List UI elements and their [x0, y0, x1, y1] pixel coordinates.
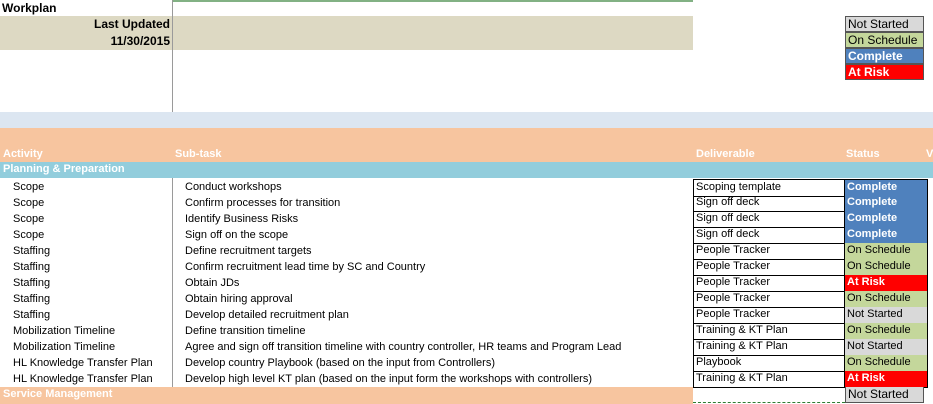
header-deliverable[interactable]: Deliverable — [696, 148, 755, 160]
subtask-cell[interactable]: Agree and sign off transition timeline w… — [185, 339, 693, 355]
status-cell[interactable]: Complete — [844, 211, 928, 228]
table-row[interactable]: Mobilization Timeline Define transition t… — [0, 323, 933, 340]
activity-cell[interactable]: Staffing — [13, 259, 173, 275]
activity-cell[interactable]: Staffing — [13, 291, 173, 307]
activity-cell[interactable]: HL Knowledge Transfer Plan — [13, 355, 173, 371]
table-row[interactable]: Scope Conduct workshops Scoping template Co… — [0, 179, 933, 197]
table-row[interactable]: HL Knowledge Transfer Plan Develop high l… — [0, 371, 933, 388]
table-row[interactable]: Staffing Develop detailed recruitment pla… — [0, 307, 933, 324]
deliverable-cell[interactable]: Sign off deck — [693, 211, 848, 228]
deliverable-cell[interactable]: People Tracker — [693, 275, 848, 292]
section-service[interactable]: Service Management — [3, 388, 112, 400]
header-status[interactable]: Status — [846, 148, 880, 160]
subtask-cell[interactable]: Define transition timeline — [185, 323, 693, 339]
subtask-cell[interactable]: Develop detailed recruitment plan — [185, 307, 693, 323]
subtask-cell[interactable]: Obtain hiring approval — [185, 291, 693, 307]
sheet-title: Workplan — [2, 1, 57, 15]
status-cell[interactable]: On Schedule — [844, 323, 928, 340]
activity-cell[interactable]: Scope — [13, 227, 173, 243]
header-activity[interactable]: Activity — [3, 148, 43, 160]
table-row[interactable]: Scope Confirm processes for transition Sig… — [0, 195, 933, 212]
section-planning[interactable]: Planning & Preparation — [3, 163, 125, 175]
activity-cell[interactable]: HL Knowledge Transfer Plan — [13, 371, 173, 387]
deliverable-cell[interactable]: Training & KT Plan — [693, 371, 848, 388]
deliverable-cell[interactable]: Training & KT Plan — [693, 339, 848, 356]
deliverable-cell[interactable]: People Tracker — [693, 307, 848, 324]
legend-not-started: Not Started — [845, 16, 924, 32]
deliverable-cell[interactable]: Playbook — [693, 355, 848, 372]
subtask-cell[interactable]: Identify Business Risks — [185, 211, 693, 227]
subtask-cell[interactable]: Develop high level KT plan (based on the… — [185, 371, 693, 387]
section-planning-band — [0, 162, 933, 178]
table-row[interactable]: HL Knowledge Transfer Plan Develop countr… — [0, 355, 933, 372]
deliverable-cell[interactable]: Training & KT Plan — [693, 323, 848, 340]
header-overflow[interactable]: V — [926, 148, 933, 160]
deliverable-cell[interactable]: People Tracker — [693, 259, 848, 276]
table-row[interactable]: Staffing Confirm recruitment lead time by… — [0, 259, 933, 276]
status-cell[interactable]: On Schedule — [844, 355, 928, 372]
status-cell[interactable]: On Schedule — [844, 243, 928, 260]
selection-border — [693, 402, 845, 403]
service-status[interactable]: Not Started — [845, 387, 924, 403]
status-cell[interactable]: On Schedule — [844, 291, 928, 308]
last-updated-date[interactable]: 11/30/2015 — [0, 34, 170, 48]
subtask-cell[interactable]: Develop country Playbook (based on the i… — [185, 355, 693, 371]
subtask-cell[interactable]: Obtain JDs — [185, 275, 693, 291]
table-row[interactable]: Mobilization Timeline Agree and sign off … — [0, 339, 933, 356]
status-cell[interactable]: Complete — [844, 227, 928, 244]
legend-complete: Complete — [845, 48, 924, 64]
deliverable-cell[interactable]: People Tracker — [693, 291, 848, 308]
status-cell[interactable]: On Schedule — [844, 259, 928, 276]
status-cell[interactable]: Not Started — [844, 307, 928, 324]
deliverable-cell[interactable]: People Tracker — [693, 243, 848, 260]
subtask-cell[interactable]: Define recruitment targets — [185, 243, 693, 259]
activity-cell[interactable]: Staffing — [13, 243, 173, 259]
activity-cell[interactable]: Staffing — [13, 307, 173, 323]
top-border — [173, 0, 693, 2]
status-cell[interactable]: Complete — [844, 195, 928, 212]
legend-at-risk: At Risk — [845, 64, 924, 80]
table-row[interactable]: Scope Sign off on the scope Sign off deck C… — [0, 227, 933, 244]
deliverable-cell[interactable]: Sign off deck — [693, 195, 848, 212]
activity-cell[interactable]: Scope — [13, 195, 173, 211]
activity-cell[interactable]: Staffing — [13, 275, 173, 291]
last-updated-label: Last Updated — [93, 17, 170, 31]
deliverable-cell[interactable]: Sign off deck — [693, 227, 848, 244]
subtask-cell[interactable]: Confirm processes for transition — [185, 195, 693, 211]
subtask-cell[interactable]: Confirm recruitment lead time by SC and … — [185, 259, 693, 275]
subtask-cell[interactable]: Sign off on the scope — [185, 227, 693, 243]
activity-cell[interactable]: Mobilization Timeline — [13, 339, 173, 355]
table-row[interactable]: Staffing Obtain JDs People Tracker At Risk — [0, 275, 933, 292]
legend-on-schedule: On Schedule — [845, 32, 924, 48]
table-row[interactable]: Staffing Obtain hiring approval People Tra… — [0, 291, 933, 308]
header-subtask[interactable]: Sub-task — [175, 148, 221, 160]
activity-cell[interactable]: Scope — [13, 211, 173, 227]
activity-cell[interactable]: Mobilization Timeline — [13, 323, 173, 339]
status-cell[interactable]: At Risk — [844, 275, 928, 292]
status-cell[interactable]: Not Started — [844, 339, 928, 356]
spacer-band — [0, 112, 933, 128]
activity-cell[interactable]: Scope — [13, 179, 173, 195]
header-band — [0, 128, 933, 162]
table-row[interactable]: Scope Identify Business Risks Sign off dec… — [0, 211, 933, 228]
table-row[interactable]: Staffing Define recruitment targets People… — [0, 243, 933, 260]
subtask-cell[interactable]: Conduct workshops — [185, 179, 693, 195]
status-cell[interactable]: At Risk — [844, 371, 928, 388]
